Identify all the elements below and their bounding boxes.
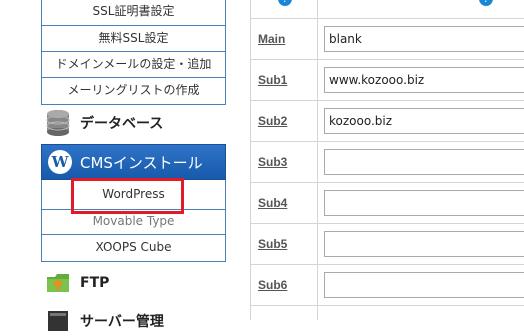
submenu-domain-mail[interactable]: ドメインメールの設定・追加 xyxy=(41,52,226,78)
sub4-domain-field[interactable] xyxy=(324,190,524,216)
submenu-label: Movable Type xyxy=(92,214,175,228)
row-label-sub6[interactable]: Sub6 xyxy=(258,278,287,292)
help-icon[interactable]: ? xyxy=(278,0,292,6)
table-row-divider xyxy=(250,100,524,101)
help-icon[interactable]: ? xyxy=(479,0,493,6)
server-icon xyxy=(44,308,72,334)
sub2-domain-field[interactable] xyxy=(324,108,524,134)
submenu-label: ドメインメールの設定・追加 xyxy=(55,57,212,71)
table-row-divider xyxy=(250,182,524,183)
sub3-domain-field[interactable] xyxy=(324,149,524,175)
row-label-sub1[interactable]: Sub1 xyxy=(258,73,287,87)
sidebar-item-ftp[interactable]: FTP xyxy=(44,268,109,298)
submenu-mailing-list[interactable]: メーリングリストの作成 xyxy=(41,78,226,105)
sub5-domain-field[interactable] xyxy=(324,231,524,257)
sidebar-item-label: データベース xyxy=(80,116,164,132)
table-row-divider xyxy=(250,264,524,265)
sidebar-item-label: FTP xyxy=(80,275,110,291)
submenu-xoops-cube[interactable]: XOOPS Cube xyxy=(41,235,226,262)
database-icon xyxy=(44,110,72,136)
sidebar-item-label: CMSインストール xyxy=(80,153,203,172)
table-row-divider xyxy=(250,59,524,60)
submenu-label: SSL証明書設定 xyxy=(92,4,175,18)
sidebar-item-label: サーバー管理 xyxy=(80,314,164,330)
submenu-free-ssl[interactable]: 無料SSL設定 xyxy=(41,26,226,52)
sidebar-item-server-management[interactable]: サーバー管理 xyxy=(44,306,164,336)
row-label-main[interactable]: Main xyxy=(258,32,285,46)
sub1-domain-field[interactable] xyxy=(324,67,524,93)
table-row-divider xyxy=(250,223,524,224)
submenu-label: 無料SSL設定 xyxy=(98,31,169,45)
row-label-sub3[interactable]: Sub3 xyxy=(258,155,287,169)
table-row-divider xyxy=(250,18,524,19)
sidebar-item-database[interactable]: データベース xyxy=(44,108,163,138)
sidebar-item-cms-install[interactable]: W CMSインストール xyxy=(41,144,226,180)
table-divider xyxy=(317,0,318,320)
submenu-label: メーリングリストの作成 xyxy=(67,83,200,97)
highlight-box xyxy=(71,178,184,214)
main-domain-field[interactable] xyxy=(324,26,524,52)
sub6-domain-field[interactable] xyxy=(324,272,524,298)
submenu-ssl-certificate[interactable]: SSL証明書設定 xyxy=(41,0,226,26)
table-divider xyxy=(250,0,251,320)
row-label-sub5[interactable]: Sub5 xyxy=(258,237,287,251)
submenu-label: XOOPS Cube xyxy=(95,240,172,254)
row-label-sub4[interactable]: Sub4 xyxy=(258,196,287,210)
ftp-icon xyxy=(44,270,72,296)
row-label-sub2[interactable]: Sub2 xyxy=(258,114,287,128)
table-row-divider xyxy=(250,141,524,142)
table-row-divider xyxy=(250,305,524,306)
wordpress-icon: W xyxy=(48,150,72,174)
sidebar: SSL証明書設定 無料SSL設定 ドメインメールの設定・追加 メーリングリストの… xyxy=(0,0,240,331)
